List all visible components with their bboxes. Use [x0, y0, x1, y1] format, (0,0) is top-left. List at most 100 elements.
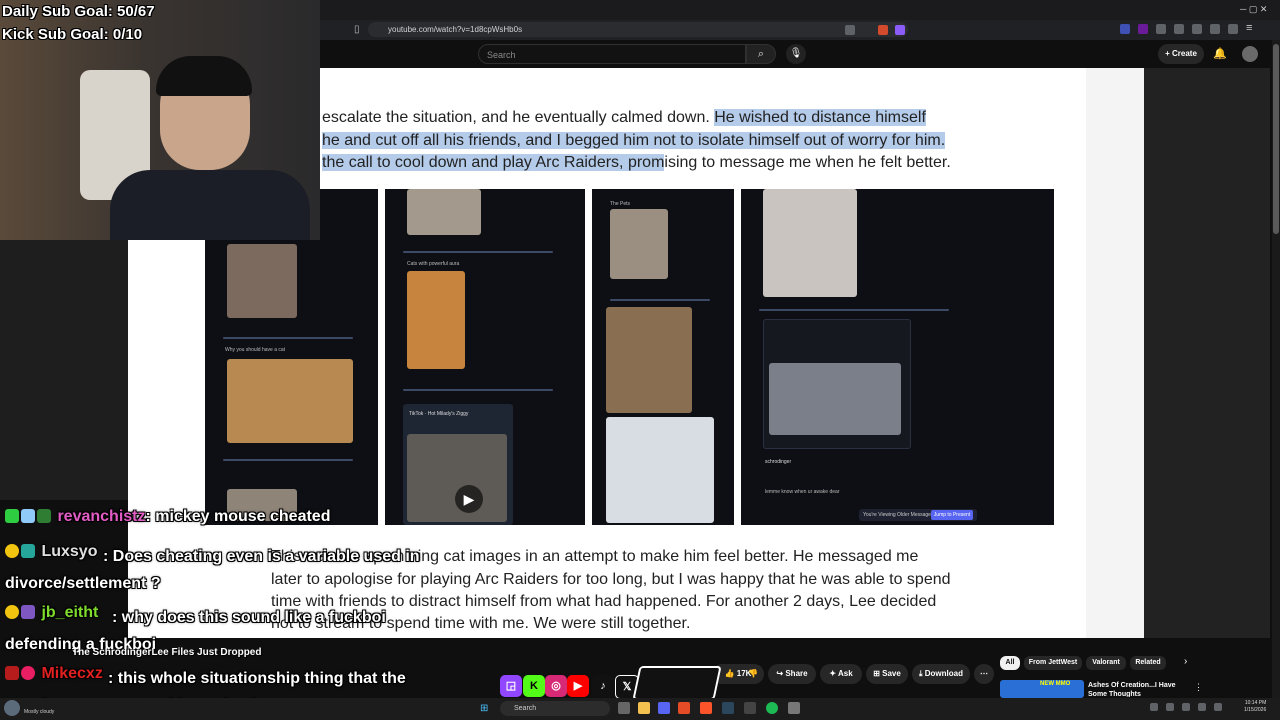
wallet-icon[interactable]: [1210, 24, 1220, 34]
screenshot-username: The Pets: [610, 201, 631, 207]
doc-highlight: he and cut off all his friends, and I be…: [322, 132, 946, 149]
video-title[interactable]: The SchrodingerLee Files Just Dropped: [72, 647, 261, 658]
tiktok-caption: TikTok · Hot Milady's Ziggy: [409, 411, 469, 417]
cat-photo: [610, 209, 668, 279]
chevron-right-icon[interactable]: ›: [1184, 656, 1187, 667]
cat-photo: [407, 189, 481, 235]
share-button[interactable]: ↪ Share: [768, 664, 816, 684]
screenshot-username: schrodinger: [765, 459, 792, 465]
windows-start-icon[interactable]: ⊞: [480, 703, 488, 714]
thumbnail-text: NEW MMO: [1040, 681, 1071, 687]
filter-chip-all[interactable]: All: [1000, 656, 1020, 670]
puzzle-icon[interactable]: [1156, 24, 1166, 34]
search-icon: ⌕: [757, 48, 765, 60]
volume-icon[interactable]: [1214, 703, 1222, 711]
wifi-icon[interactable]: [1198, 703, 1206, 711]
twitch-icon: ◲: [500, 675, 522, 697]
clock-time: 10:14 PM: [1244, 700, 1267, 706]
recommended-thumbnail[interactable]: NEW MMO: [1000, 680, 1084, 698]
chat-username[interactable]: revanchistz: [57, 508, 145, 525]
file-explorer-icon[interactable]: [638, 702, 650, 714]
player-side-area: [1144, 68, 1270, 638]
rewards-icon[interactable]: [895, 25, 905, 35]
more-icon: ⋯: [980, 669, 988, 678]
steam-icon[interactable]: [722, 702, 734, 714]
tray-icon[interactable]: [1150, 703, 1158, 711]
taskview-icon[interactable]: [618, 702, 630, 714]
doc-highlight: He wished to distance himself: [714, 109, 926, 126]
extension-icon[interactable]: [1174, 24, 1184, 34]
tray-icon[interactable]: [1166, 703, 1174, 711]
filter-chip-related[interactable]: Related: [1130, 656, 1166, 670]
play-icon[interactable]: ▶: [455, 485, 483, 513]
notifications-icon[interactable]: 🔔: [1212, 44, 1228, 64]
spotify-icon[interactable]: [766, 702, 778, 714]
shield-icon[interactable]: [1228, 24, 1238, 34]
kick-icon: K: [523, 675, 545, 697]
player-left-area: [0, 240, 128, 500]
more-actions-button[interactable]: ⋯: [974, 664, 994, 684]
instagram-icon: ◎: [545, 675, 567, 697]
badge-icon: [5, 509, 19, 523]
app-icon[interactable]: [744, 702, 756, 714]
sidebar-icon[interactable]: [1192, 24, 1202, 34]
extension-icon[interactable]: [1120, 24, 1130, 34]
search-button[interactable]: ⌕: [746, 44, 776, 64]
search-input[interactable]: Search: [478, 44, 746, 64]
settings-icon[interactable]: [788, 702, 800, 714]
filter-chip-valorant[interactable]: Valorant: [1086, 656, 1126, 670]
doc-highlight: the call to cool down and play Arc Raide…: [322, 154, 665, 171]
tray-icon[interactable]: [1182, 703, 1190, 711]
taskbar-search-text: Search: [514, 705, 537, 712]
doc-text: ising to message me when he felt better.: [664, 154, 951, 171]
recommended-title[interactable]: Ashes Of Creation...I Have Some Thoughts: [1088, 681, 1178, 697]
tiktok-icon: ♪: [592, 675, 614, 697]
brave-icon[interactable]: [700, 702, 712, 714]
more-vert-icon[interactable]: ⋮: [1194, 682, 1203, 693]
share-label: Share: [785, 669, 808, 678]
create-button[interactable]: + Create: [1158, 44, 1204, 64]
clock-date: 1/15/2026: [1244, 707, 1267, 713]
streamer-hair: [156, 56, 252, 96]
ask-button[interactable]: ✦ Ask: [820, 664, 862, 684]
address-bar[interactable]: youtube.com/watch?v=1d8cpWsHb0s: [368, 22, 908, 37]
kick-sub-goal: Kick Sub Goal: 0/10: [2, 26, 143, 43]
streamer-shirt: [110, 170, 310, 240]
doc-text: escalate the situation, and he eventuall…: [322, 109, 715, 126]
avatar[interactable]: [1242, 46, 1258, 62]
filter-chip-channel[interactable]: From JettWest: [1024, 656, 1082, 670]
window-controls[interactable]: ─ ▢ ✕: [1240, 4, 1267, 15]
scrollbar-thumb[interactable]: [1273, 44, 1279, 234]
cat-photo: [606, 307, 692, 413]
cat-photo: [763, 189, 857, 297]
screenshot-4: schrodinger lemme know when ur awake dea…: [741, 189, 1054, 525]
banner-text: You're Viewing Older Messages: [863, 512, 934, 518]
extension-icon[interactable]: [1138, 24, 1148, 34]
save-label: Save: [882, 669, 901, 678]
bookmark-icon[interactable]: ▯: [354, 24, 360, 35]
taskbar-search[interactable]: Search: [500, 701, 610, 716]
cat-video: [407, 434, 507, 522]
system-tray[interactable]: [1150, 703, 1238, 713]
download-label: Download: [924, 669, 963, 678]
thumbs-down-icon: 👎: [748, 669, 758, 678]
discord-icon[interactable]: [658, 702, 670, 714]
save-button[interactable]: ⊞ Save: [866, 664, 908, 684]
brave-shield-icon[interactable]: [878, 25, 888, 35]
chat-text: : mickey mouse cheated: [145, 508, 331, 525]
weather-text[interactable]: Mostly cloudy: [24, 709, 54, 715]
extensions-toolbar[interactable]: ≡: [1120, 22, 1270, 36]
doc-line-1: escalate the situation, and he eventuall…: [322, 109, 926, 127]
download-button[interactable]: ⤓ Download: [912, 664, 970, 684]
clock[interactable]: 10:14 PM 1/15/2026: [1244, 700, 1266, 714]
streamer-logo: [632, 666, 722, 700]
penguin-photo: [606, 417, 714, 523]
install-icon[interactable]: [845, 25, 855, 35]
menu-icon[interactable]: ≡: [1246, 22, 1252, 34]
obs-icon[interactable]: [678, 702, 690, 714]
jump-to-present-button[interactable]: Jump to Present: [931, 510, 973, 520]
weather-icon[interactable]: [4, 700, 20, 716]
mic-icon[interactable]: 🎙: [786, 44, 806, 64]
dislike-button[interactable]: 👎: [742, 664, 764, 684]
cat-photo: [769, 363, 901, 435]
